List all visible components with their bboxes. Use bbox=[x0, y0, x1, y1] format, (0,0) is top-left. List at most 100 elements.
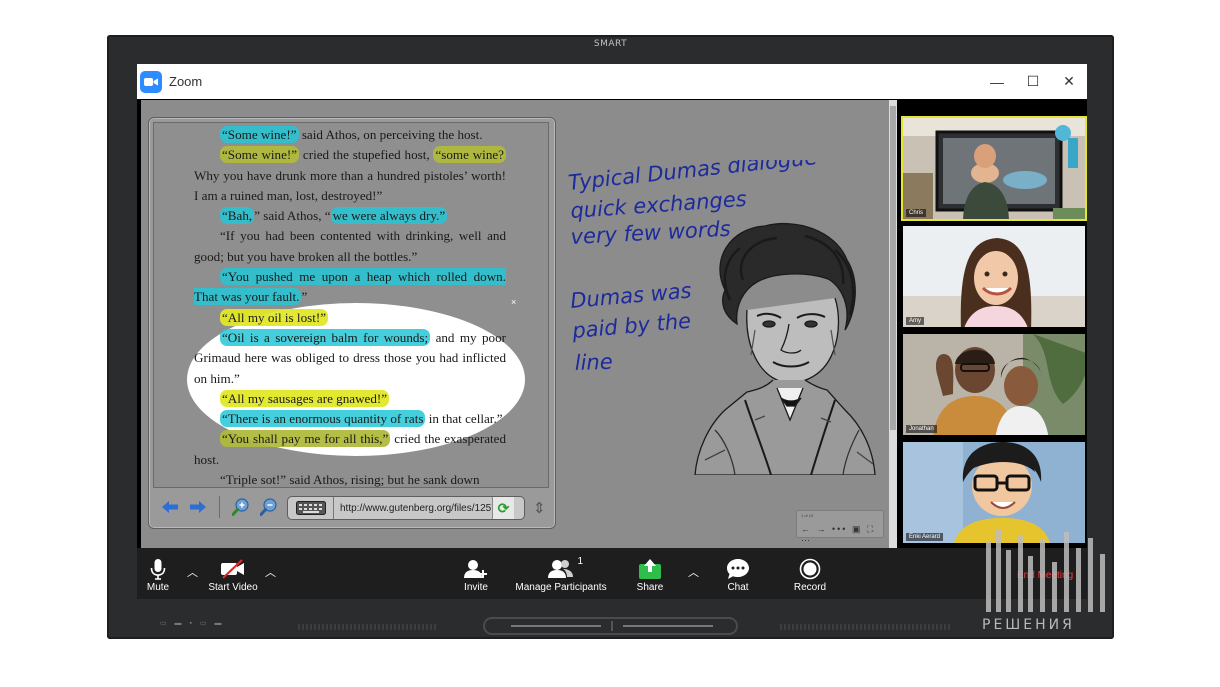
microphone-icon bbox=[150, 556, 166, 582]
keyboard-icon[interactable] bbox=[288, 497, 334, 519]
video-off-icon bbox=[220, 556, 246, 582]
app-title: Zoom bbox=[169, 74, 203, 89]
participant-video-amy bbox=[903, 226, 1085, 327]
reload-icon[interactable]: ⟳ bbox=[492, 497, 514, 519]
shared-screen-scrollbar[interactable] bbox=[889, 100, 897, 548]
ink-line: paid by the bbox=[570, 309, 692, 343]
share-button[interactable]: Share bbox=[633, 548, 667, 599]
video-options-chevron-up-icon[interactable]: ︿ bbox=[265, 564, 276, 580]
participant-count: 1 bbox=[577, 556, 583, 567]
text-segment: in that cellar.” bbox=[425, 411, 503, 427]
invite-button[interactable]: Invite bbox=[461, 548, 491, 599]
highlighted-text: “Some wine!” bbox=[220, 146, 300, 164]
record-icon bbox=[799, 556, 821, 582]
window-controls: — ☐ ✕ bbox=[979, 64, 1087, 99]
mini-nav-label: 1 of 10 bbox=[801, 513, 814, 518]
share-label: Share bbox=[636, 582, 664, 593]
shared-screen: “Some wine!” said Athos, on perceiving t… bbox=[141, 100, 889, 548]
url-input[interactable]: http://www.gutenberg.org/files/1257 bbox=[334, 503, 492, 514]
zoom-in-icon[interactable] bbox=[230, 496, 252, 518]
invite-user-icon bbox=[464, 556, 488, 582]
toolbar-divider bbox=[219, 496, 220, 518]
meeting-controls: Mute ︿ Start Video ︿ Invite 1 Manage Par… bbox=[137, 548, 1087, 599]
text-segment: ” said Athos, “ bbox=[254, 208, 331, 224]
brand-logo: SMART bbox=[593, 39, 628, 49]
shared-screen-scroll-thumb[interactable] bbox=[890, 106, 896, 430]
participant-name-chris: Chris bbox=[906, 209, 927, 217]
text-segment: “Triple sot!” said Athos, rising; but he… bbox=[220, 472, 480, 488]
video-tile-chris[interactable]: Chris bbox=[901, 116, 1087, 221]
mini-nav-buttons[interactable]: ← → ••• ▣ ⛶ ⋯ bbox=[801, 524, 883, 546]
spotlight-lens: “Some wine!” said Athos, on perceiving t… bbox=[187, 303, 525, 456]
front-ports: ▭ ▬ ▪ ▭ ▬ bbox=[160, 620, 225, 627]
highlighted-text: “You pushed me upon a heap which rolled … bbox=[194, 268, 506, 306]
video-tile-jonathan[interactable]: Jonathan bbox=[901, 332, 1087, 437]
highlighted-text: “All my oil is lost!” bbox=[220, 308, 329, 326]
spotlight-close-icon[interactable]: × bbox=[511, 297, 516, 307]
book-paragraph: “Bah,” said Athos, “we were always dry.” bbox=[194, 206, 506, 226]
chat-label: Chat bbox=[727, 582, 749, 593]
highlighted-text: “There is an enormous quantity of rats bbox=[220, 410, 426, 428]
pen-right bbox=[623, 625, 713, 627]
reader-page[interactable]: “Some wine!” said Athos, on perceiving t… bbox=[153, 122, 549, 488]
zoom-logo-icon bbox=[140, 70, 162, 93]
reader-toolbar: http://www.gutenberg.org/files/1257 ⟳ ⇕ bbox=[153, 490, 551, 524]
text-segment: said Athos, on perceiving the host. bbox=[298, 127, 483, 142]
book-paragraph: “There is an enormous quantity of rats i… bbox=[194, 409, 506, 429]
start-video-label: Start Video bbox=[208, 582, 258, 593]
pen-left bbox=[511, 625, 601, 627]
book-paragraph: “Some wine!” cried the stupefied host, “… bbox=[194, 145, 506, 206]
mini-navigation: 1 of 10 ← → ••• ▣ ⛶ ⋯ bbox=[796, 510, 884, 545]
highlighted-text: “You pushed me upon a heap which rolled … bbox=[194, 303, 506, 306]
book-paragraph: “If you had been contented with drinking… bbox=[194, 226, 506, 267]
manage-participants-button[interactable]: 1 Manage Participants bbox=[513, 548, 609, 599]
title-bar: Zoom — ☐ ✕ bbox=[137, 64, 1087, 99]
text-segment: “If you had been contented with drinking… bbox=[194, 228, 506, 264]
video-tile-amy[interactable]: Amy bbox=[901, 224, 1087, 329]
zoom-out-icon[interactable] bbox=[258, 496, 280, 518]
participants-icon: 1 bbox=[547, 556, 583, 582]
record-button[interactable]: Record bbox=[791, 548, 829, 599]
highlighted-text: “Bah, bbox=[220, 207, 255, 225]
close-button[interactable]: ✕ bbox=[1051, 64, 1087, 99]
highlighted-text: we were always dry.” bbox=[330, 207, 448, 225]
book-paragraph: “All my oil is lost!” bbox=[194, 308, 506, 328]
ebook-reader: “Some wine!” said Athos, on perceiving t… bbox=[148, 117, 556, 529]
audio-options-chevron-up-icon[interactable]: ︿ bbox=[187, 564, 198, 580]
start-video-button[interactable]: Start Video bbox=[203, 548, 263, 599]
book-paragraph: “Triple sot!” said Athos, rising; but he… bbox=[194, 470, 506, 488]
mute-button[interactable]: Mute bbox=[141, 548, 175, 599]
maximize-button[interactable]: ☐ bbox=[1015, 64, 1051, 99]
minimize-button[interactable]: — bbox=[979, 64, 1015, 99]
highlighted-text: “some wine? bbox=[433, 146, 506, 164]
book-paragraph: “Oil is a sovereign balm for wounds; and… bbox=[194, 328, 506, 389]
manage-participants-label: Manage Participants bbox=[515, 582, 607, 593]
book-paragraph: “You pushed me upon a heap which rolled … bbox=[194, 267, 506, 308]
scroll-updown-icon[interactable]: ⇕ bbox=[533, 499, 546, 517]
participant-name-enki: Enki Aerard bbox=[906, 533, 944, 541]
participant-name-amy: Amy bbox=[906, 317, 924, 325]
text-segment: cried the stupefied host, bbox=[299, 147, 434, 163]
spotlight-text: “Some wine!” said Athos, on perceiving t… bbox=[194, 303, 506, 456]
highlighted-text: “All my sausages are gnawed!” bbox=[220, 389, 390, 407]
ink-line: line bbox=[574, 350, 613, 375]
ink-line: Dumas was bbox=[569, 278, 692, 312]
back-arrow-icon[interactable] bbox=[159, 496, 181, 518]
highlighted-text: “Some wine!” bbox=[220, 126, 299, 143]
speaker-grille-right bbox=[780, 624, 950, 630]
video-gallery: Chris Amy Jonathan Enki Aerard bbox=[901, 116, 1087, 546]
highlighted-text: “You shall pay me for all this,” bbox=[220, 430, 391, 448]
record-label: Record bbox=[793, 582, 827, 593]
text-segment: Why you have drunk more than a hundred p… bbox=[194, 167, 506, 203]
participant-name-jonathan: Jonathan bbox=[906, 425, 937, 433]
reader-scrollbar[interactable] bbox=[548, 123, 549, 487]
speaker-grille-left bbox=[298, 624, 438, 630]
chat-button[interactable]: Chat bbox=[723, 548, 753, 599]
pen-tray-divider bbox=[611, 621, 613, 631]
share-options-chevron-up-icon[interactable]: ︿ bbox=[688, 564, 699, 580]
forward-arrow-icon[interactable] bbox=[187, 496, 209, 518]
text-segment: ” bbox=[301, 303, 307, 304]
book-paragraph: “Some wine!” said Athos, on perceiving t… bbox=[194, 125, 506, 145]
participant-video-chris bbox=[903, 118, 1085, 219]
share-screen-icon bbox=[639, 556, 661, 582]
